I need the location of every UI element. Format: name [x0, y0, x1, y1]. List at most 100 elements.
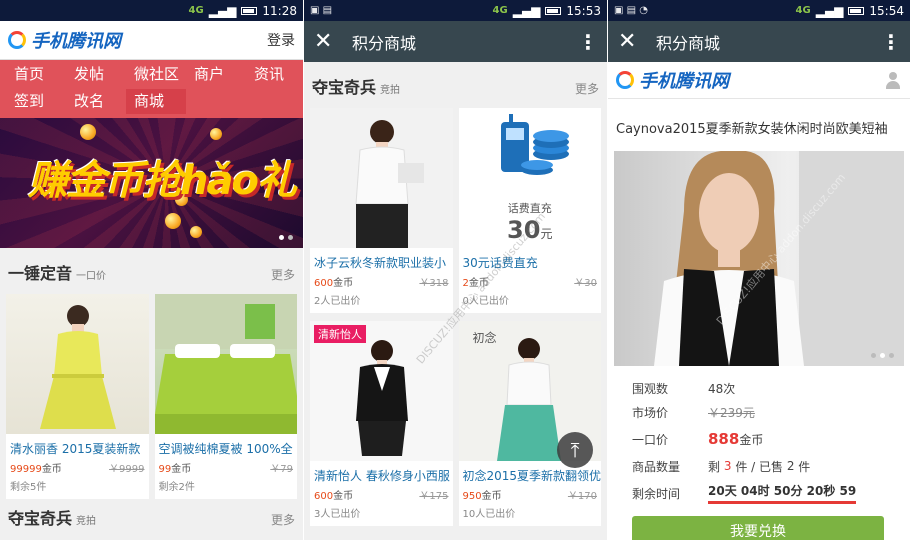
user-icon[interactable]	[884, 71, 902, 89]
market-price: ￥175	[419, 491, 449, 502]
product-name: 冰子云秋冬新款职业装小	[314, 256, 447, 270]
app-header: ✕ 积分商城 ⋮	[304, 21, 607, 62]
product-card[interactable]: 清新怡人 清新怡人 春秋修身小西服 600金币 ￥175 3人已出价	[310, 321, 453, 526]
screenshot-collage: 4G ▂▄▆ 11:28 手机腾讯网 登录 首页 发帖 微社区 商户 资讯 签到…	[0, 0, 910, 540]
network-indicator: 4G	[492, 5, 508, 16]
product-price: 950	[462, 491, 482, 502]
logo-text: 手机腾讯网	[31, 31, 121, 52]
product-price: 600	[314, 491, 334, 502]
coin-icon	[190, 226, 202, 238]
market-price: ￥79	[270, 464, 293, 475]
nav-item-rename[interactable]: 改名	[66, 89, 126, 114]
battery-icon	[241, 6, 258, 15]
signal-icon: ▂▄▆	[512, 3, 541, 18]
section-header-auction: 夺宝奇兵 竞拍 更多	[0, 499, 303, 533]
bid-count: 0人已出价	[462, 296, 509, 307]
phone-card-icon	[500, 114, 569, 175]
network-indicator: 4G	[795, 5, 811, 16]
market-price: ￥30	[574, 278, 597, 289]
product-image: 清新怡人	[310, 321, 453, 461]
product-image: 话费直充 30元	[458, 108, 601, 248]
page-title: 积分商城	[656, 33, 721, 53]
product-grid: 冰子云秋冬新款职业装小 600金币 ￥318 2人已出价 话费直充 30元 30元…	[304, 108, 607, 526]
exchange-button[interactable]: 我要兑换	[632, 516, 884, 540]
section-header-auction: 夺宝奇兵 竞拍 更多	[304, 62, 607, 108]
stock-left: 剩余5件	[10, 482, 47, 493]
product-image	[310, 108, 453, 248]
product-tag: 初念	[472, 331, 497, 345]
carousel-dots	[871, 353, 894, 358]
nav-item-merchant[interactable]: 商户	[186, 62, 246, 87]
product-card[interactable]: 话费直充 30元 30元话费直充 2金币 ￥30 0人已出价	[458, 108, 602, 313]
site-logo[interactable]: 手机腾讯网	[616, 67, 729, 93]
bid-count: 10人已出价	[462, 509, 516, 520]
qty-unit: 件	[798, 459, 811, 474]
more-link[interactable]: 更多	[271, 500, 295, 540]
product-price: 99	[158, 464, 172, 475]
nav-item-mall[interactable]: 商城	[126, 89, 186, 114]
product-price-row: 2金币 ￥30	[459, 271, 602, 289]
views-label: 围观数	[632, 381, 669, 396]
section-title: 夺宝奇兵	[312, 78, 377, 97]
product-card[interactable]: 空调被纯棉夏被 100%全 99金币 ￥79 剩余2件	[154, 294, 298, 499]
product-name: 空调被纯棉夏被 100%全	[158, 442, 293, 456]
network-indicator: 4G	[188, 5, 204, 16]
product-info: 围观数 48次 市场价 ￥239元 一口价 888 金币 商品数量 剩 3 件 / 已售 …	[608, 366, 910, 508]
coin-icon	[210, 128, 222, 140]
price-unit: 金币	[481, 491, 502, 502]
nav-item-news[interactable]: 资讯	[246, 62, 303, 87]
price-unit: 金币	[41, 464, 62, 475]
product-price-row: 950金币 ￥170	[459, 484, 602, 502]
section-title: 夺宝奇兵	[8, 509, 73, 528]
nav-item-community[interactable]: 微社区	[126, 62, 186, 87]
views-value: 48次	[708, 381, 736, 396]
price-unit: 金币	[739, 432, 764, 447]
nav-item-home[interactable]: 首页	[6, 62, 66, 87]
card-unit: 元	[540, 227, 553, 241]
coin-icon	[80, 124, 96, 140]
product-card[interactable]: 初念 初念2015夏季新款翻领优 950金币 ￥170 10人已出价	[458, 321, 602, 526]
more-menu-icon[interactable]: ⋮	[881, 30, 901, 54]
promo-banner[interactable]: 赚金币抢hǎo礼	[0, 118, 303, 248]
site-header: 手机腾讯网 登录	[0, 21, 303, 60]
site-header: 手机腾讯网	[608, 62, 910, 99]
close-icon[interactable]: ✕	[618, 29, 648, 54]
signal-icon: ▂▄▆	[815, 3, 844, 18]
market-price: ￥318	[419, 278, 449, 289]
product-tag: 清新怡人	[314, 325, 366, 343]
close-icon[interactable]: ✕	[314, 29, 344, 54]
market-value: ￥239元	[708, 405, 755, 420]
product-name: 清新怡人 春秋修身小西服	[314, 469, 450, 483]
signal-icon: ▂▄▆	[208, 3, 237, 18]
price-unit: 金币	[468, 278, 489, 289]
product-price-row: 600金币 ￥318	[310, 271, 453, 289]
notification-icons: ▣ ▤ ◔	[614, 5, 648, 16]
price-label: 一口价	[632, 432, 669, 447]
site-logo[interactable]: 手机腾讯网	[8, 27, 121, 53]
product-price: 99999	[10, 464, 42, 475]
product-hero-image[interactable]: DISCUZ!应用中心 addon.discuz.com	[614, 151, 904, 366]
market-price: ￥170	[567, 491, 597, 502]
price-unit: 金币	[333, 491, 354, 502]
logo-icon	[8, 31, 26, 49]
product-price-row: 99金币 ￥79	[155, 457, 298, 475]
nav-item-post[interactable]: 发帖	[66, 62, 126, 87]
product-title: Caynova2015夏季新款女装休闲时尚欧美短袖	[616, 122, 888, 137]
back-to-top-button[interactable]: ⤒	[557, 432, 593, 468]
product-price-row: 99999金币 ￥9999	[6, 457, 149, 475]
price-unit: 金币	[171, 464, 192, 475]
login-link[interactable]: 登录	[267, 30, 295, 50]
product-name: 30元话费直充	[462, 256, 538, 270]
battery-icon	[848, 6, 865, 15]
nav-item-checkin[interactable]: 签到	[6, 89, 66, 114]
product-card[interactable]: 冰子云秋冬新款职业装小 600金币 ￥318 2人已出价	[310, 108, 453, 313]
section-subtitle: 竞拍	[76, 516, 97, 527]
coin-icon	[165, 213, 181, 229]
stock-left: 剩余2件	[158, 482, 195, 493]
product-price: 600	[314, 278, 334, 289]
more-menu-icon[interactable]: ⋮	[578, 30, 598, 54]
price-value: 888	[708, 430, 740, 448]
product-image	[6, 294, 149, 434]
product-card[interactable]: 清水丽香 2015夏装新款 99999金币 ￥9999 剩余5件	[6, 294, 149, 499]
qty-left: 3	[723, 459, 732, 473]
